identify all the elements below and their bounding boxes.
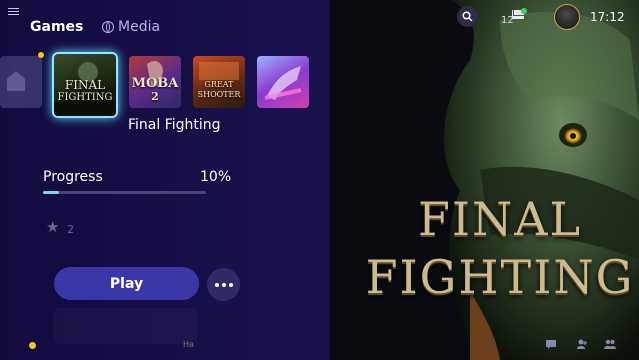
- trophy-count: 2: [67, 223, 74, 236]
- progress-label: Progress: [43, 169, 103, 185]
- tile-label-bottom: SHOOTER: [197, 90, 241, 99]
- party-icon[interactable]: [604, 338, 616, 350]
- tile-label-top: GREAT: [204, 80, 234, 89]
- selected-game-title: Final Fighting: [128, 117, 221, 133]
- game-tile-final-fighting[interactable]: FINAL FIGHTING: [52, 52, 118, 118]
- chat-icon[interactable]: [545, 338, 557, 350]
- more-options-button[interactable]: [207, 268, 240, 301]
- search-icon: [462, 11, 473, 22]
- trophy-icon: ★: [46, 218, 60, 236]
- search-button[interactable]: [457, 6, 478, 27]
- globe-icon: [102, 21, 114, 33]
- bottom-partial-label: Ha: [183, 340, 194, 349]
- notification-dot: [29, 342, 36, 349]
- tab-media[interactable]: Media: [102, 19, 160, 35]
- hero-logo-line1: FINAL: [417, 192, 583, 246]
- clock: 17:12: [590, 10, 625, 24]
- hero-artwork: [330, 0, 639, 360]
- avatar[interactable]: [554, 4, 580, 30]
- tile-label-top: FINAL: [64, 78, 106, 92]
- play-button[interactable]: Play: [54, 267, 199, 300]
- tile-art: [264, 66, 302, 100]
- more-icon: [214, 282, 219, 287]
- online-status-dot: [521, 8, 527, 14]
- game-tile-4[interactable]: [257, 56, 309, 108]
- home-icon: [7, 71, 25, 91]
- menu-icon[interactable]: [8, 8, 19, 16]
- game-tile-great-shooter[interactable]: GREAT SHOOTER: [193, 56, 245, 108]
- hero-logo-line2: FIGHTING: [365, 250, 635, 304]
- friends-icon[interactable]: [576, 338, 588, 350]
- progress-bar: [43, 191, 206, 194]
- progress-fill: [43, 191, 60, 194]
- progress-percent: 10%: [200, 169, 232, 185]
- notifications-button[interactable]: 12: [501, 8, 527, 28]
- notification-dot: [38, 52, 44, 58]
- tile-label-bottom: 2: [151, 90, 159, 103]
- game-tile-moba-2[interactable]: MOBA 2: [129, 56, 181, 108]
- activity-card[interactable]: [54, 308, 197, 344]
- tab-games[interactable]: Games: [30, 19, 83, 35]
- home-tile[interactable]: [0, 56, 42, 108]
- game-hub-screen: FINAL FIGHTING Games Media 12 17:12 FINA…: [0, 0, 639, 360]
- hero-game-logo: FINAL FIGHTING: [360, 190, 639, 306]
- tile-label-bottom: FIGHTING: [57, 92, 113, 103]
- tab-media-label: Media: [118, 19, 161, 35]
- tile-label-top: MOBA: [131, 76, 179, 91]
